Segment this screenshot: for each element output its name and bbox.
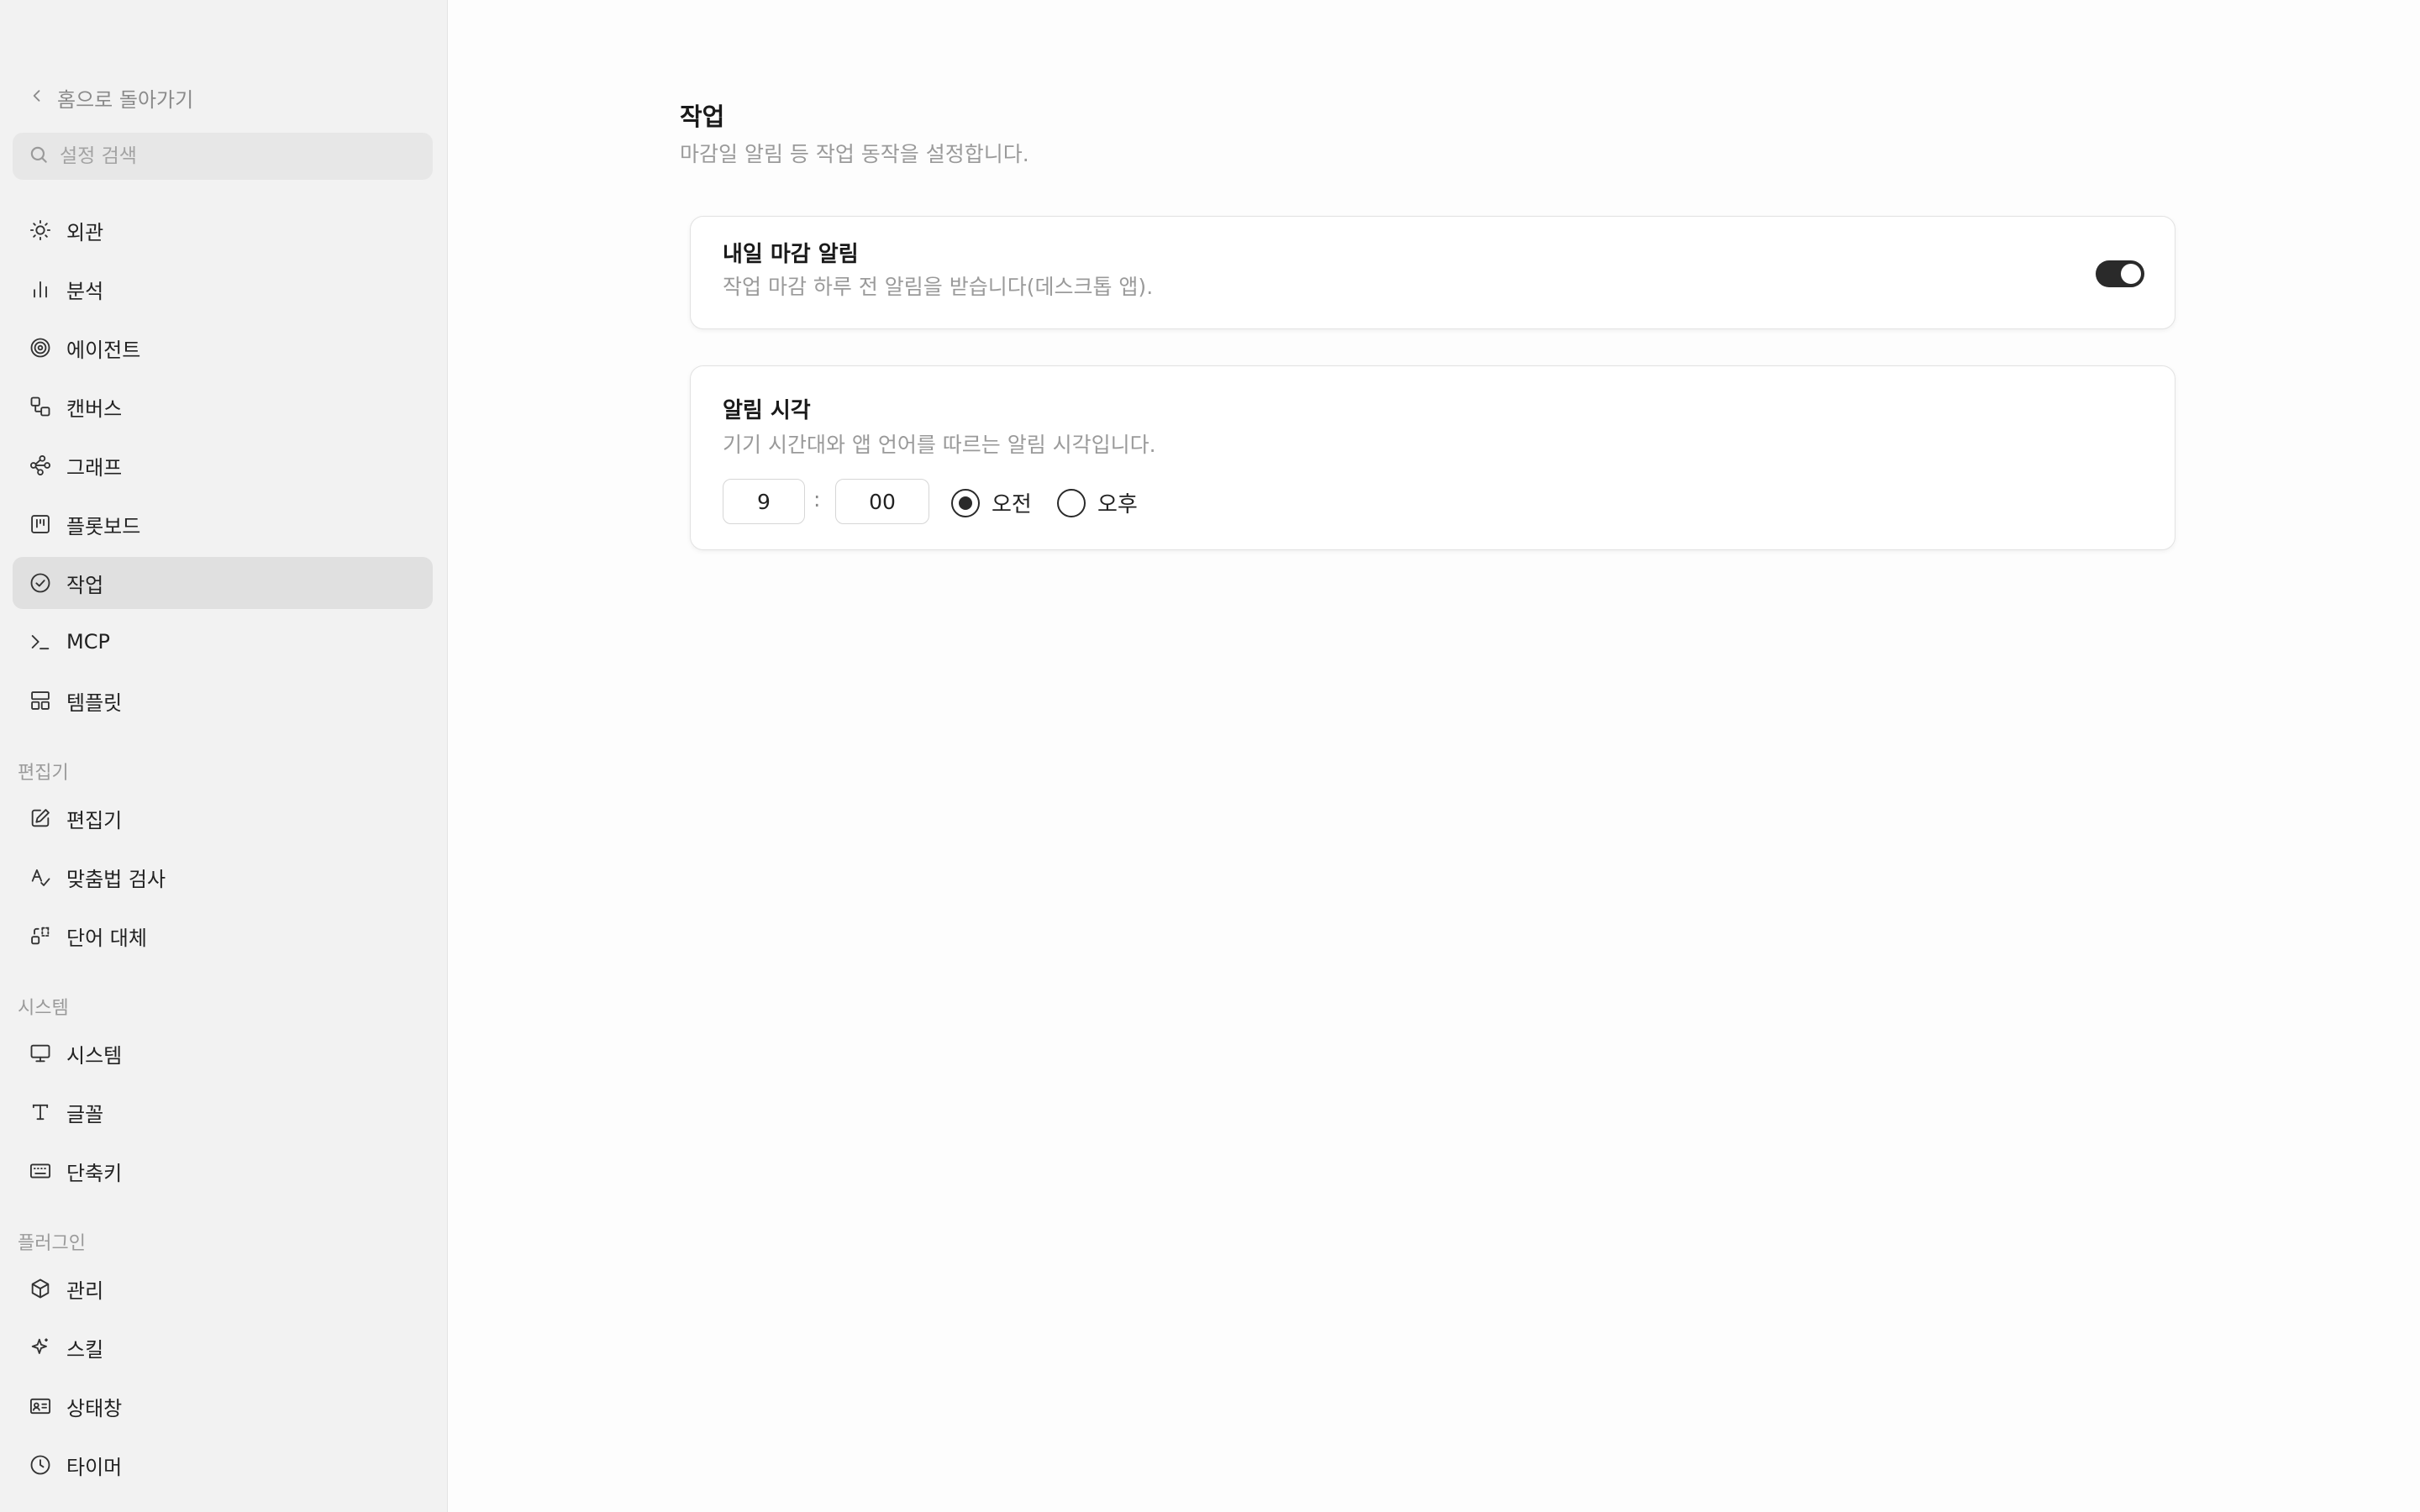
am-radio[interactable]: 오전	[951, 487, 1032, 518]
sparkle-icon	[28, 1335, 53, 1360]
time-separator: :	[813, 487, 821, 512]
section-label-plugins: 플러그인	[18, 1233, 86, 1254]
replace-icon	[28, 923, 53, 948]
monitor-icon	[28, 1041, 53, 1066]
reminder-time-title: 알림 시각	[723, 398, 811, 423]
sidebar-item-label: 단어 대체	[66, 926, 147, 950]
section-label-editor: 편집기	[18, 763, 69, 784]
sidebar-item-mcp[interactable]: MCP	[13, 616, 433, 668]
sidebar-item-agent[interactable]: 에이전트	[13, 322, 433, 374]
search-input[interactable]	[58, 144, 414, 168]
sidebar-item-label: MCP	[66, 630, 110, 654]
due-reminder-title: 내일 마감 알림	[723, 242, 859, 267]
sidebar-item-word-replace[interactable]: 단어 대체	[13, 910, 433, 962]
minute-input[interactable]	[835, 479, 929, 524]
chevron-left-icon	[29, 86, 45, 109]
toggle-knob	[2121, 264, 2141, 284]
check-circle-icon	[28, 570, 53, 596]
radio-dot	[959, 496, 972, 510]
package-icon	[28, 1276, 53, 1301]
sidebar-item-label: 맞춤법 검사	[66, 867, 166, 891]
sidebar-item-label: 타이머	[66, 1455, 123, 1479]
spiral-icon	[28, 335, 53, 360]
sidebar-item-label: 플롯보드	[66, 514, 141, 538]
sidebar-item-manage[interactable]: 관리	[13, 1263, 433, 1315]
edit-icon	[28, 806, 53, 831]
sidebar-item-label: 작업	[66, 573, 104, 597]
sidebar-item-templates[interactable]: 템플릿	[13, 675, 433, 727]
page-title: 작업	[680, 102, 725, 131]
sidebar-item-timer[interactable]: 타이머	[13, 1439, 433, 1491]
layout-template-icon	[28, 688, 53, 713]
sidebar-item-tasks[interactable]: 작업	[13, 557, 433, 609]
id-card-icon	[28, 1394, 53, 1419]
sidebar-item-system[interactable]: 시스템	[13, 1027, 433, 1079]
kanban-icon	[28, 512, 53, 537]
sidebar-item-graph[interactable]: 그래프	[13, 439, 433, 491]
sidebar-item-label: 외관	[66, 220, 104, 244]
sidebar-item-label: 스킬	[66, 1337, 104, 1362]
sidebar-item-plotboard[interactable]: 플롯보드	[13, 498, 433, 550]
sidebar-item-label: 시스템	[66, 1043, 123, 1068]
am-label: 오전	[992, 492, 1032, 517]
sun-icon	[28, 218, 53, 243]
canvas-shapes-icon	[28, 394, 53, 419]
clock-icon	[28, 1452, 53, 1478]
section-label-system: 시스템	[18, 998, 69, 1019]
sidebar-item-label: 관리	[66, 1278, 104, 1303]
search-icon	[28, 144, 50, 169]
sidebar-item-label: 캔버스	[66, 396, 123, 421]
type-icon	[28, 1100, 53, 1125]
spell-check-icon	[28, 864, 53, 890]
sidebar-item-label: 단축키	[66, 1161, 123, 1185]
back-link-label: 홈으로 돌아가기	[57, 87, 194, 112]
settings-search[interactable]	[13, 133, 433, 180]
reminder-time-description: 기기 시간대와 앱 언어를 따르는 알림 시각입니다.	[723, 433, 1156, 457]
sidebar-item-label: 템플릿	[66, 690, 123, 715]
terminal-icon	[28, 629, 53, 654]
back-to-home-link[interactable]: 홈으로 돌아가기	[29, 82, 193, 113]
graph-nodes-icon	[28, 453, 53, 478]
sidebar-item-skills[interactable]: 스킬	[13, 1321, 433, 1373]
reminder-time-card: 알림 시각 기기 시간대와 앱 언어를 따르는 알림 시각입니다. : 오전 오…	[690, 365, 2175, 550]
radio-circle	[1057, 488, 1086, 517]
sidebar-item-label: 글꼴	[66, 1102, 104, 1126]
sidebar-item-editor[interactable]: 편집기	[13, 792, 433, 844]
sidebar-item-label: 상태창	[66, 1396, 123, 1420]
sidebar-item-spellcheck[interactable]: 맞춤법 검사	[13, 851, 433, 903]
page-subtitle: 마감일 알림 등 작업 동작을 설정합니다.	[680, 142, 1029, 166]
sidebar-item-fonts[interactable]: 글꼴	[13, 1086, 433, 1138]
keyboard-icon	[28, 1158, 53, 1184]
due-reminder-description: 작업 마감 하루 전 알림을 받습니다(데스크톱 앱).	[723, 275, 1154, 299]
settings-content: 작업 마감일 알림 등 작업 동작을 설정합니다. 내일 마감 알림 작업 마감…	[448, 0, 2420, 1512]
pm-radio[interactable]: 오후	[1057, 487, 1138, 518]
sidebar-item-canvas[interactable]: 캔버스	[13, 381, 433, 433]
sidebar-item-analytics[interactable]: 분석	[13, 263, 433, 315]
sidebar-item-label: 그래프	[66, 455, 123, 480]
pm-label: 오후	[1097, 492, 1138, 517]
due-reminder-toggle[interactable]	[2096, 260, 2144, 287]
sidebar-item-shortcuts[interactable]: 단축키	[13, 1145, 433, 1197]
sidebar-item-label: 분석	[66, 279, 104, 303]
sidebar-item-appearance[interactable]: 외관	[13, 204, 433, 256]
sidebar-item-label: 에이전트	[66, 338, 141, 362]
radio-circle	[951, 488, 980, 517]
sidebar-item-statusbar[interactable]: 상태창	[13, 1380, 433, 1432]
hour-input[interactable]	[723, 479, 805, 524]
settings-sidebar: 홈으로 돌아가기 외관 분석 에이전트 캔버스 그래프	[0, 0, 448, 1512]
sidebar-item-label: 편집기	[66, 808, 123, 832]
due-reminder-card: 내일 마감 알림 작업 마감 하루 전 알림을 받습니다(데스크톱 앱).	[690, 216, 2175, 329]
bar-chart-icon	[28, 276, 53, 302]
